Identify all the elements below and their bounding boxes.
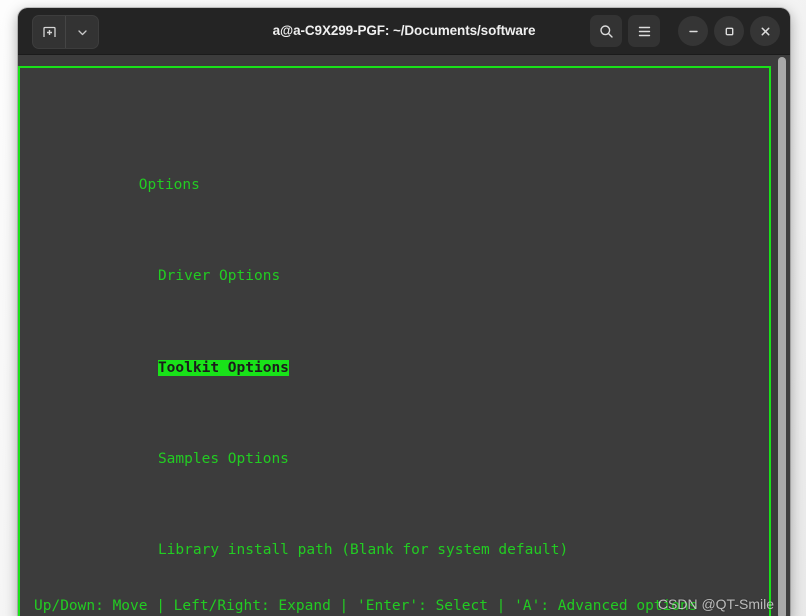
- new-tab-icon: [41, 24, 58, 41]
- menu-button[interactable]: [628, 15, 660, 47]
- menu-item-label: Library install path (Blank for system d…: [157, 541, 569, 558]
- tab-dropdown-button[interactable]: [65, 16, 98, 48]
- menu-item-driver-options[interactable]: Driver Options: [34, 243, 568, 284]
- menu-item-library-install-path[interactable]: Library install path (Blank for system d…: [34, 516, 568, 558]
- hamburger-menu-icon: [636, 23, 653, 40]
- terminal-scrollbar-thumb[interactable]: [778, 57, 786, 616]
- title-bar[interactable]: a@a-C9X299-PGF: ~/Documents/software: [18, 8, 790, 55]
- chevron-down-icon: [75, 25, 90, 40]
- terminal-body[interactable]: Options Driver Options Toolkit Options S…: [18, 55, 790, 616]
- menu-item-toolkit-options[interactable]: Toolkit Options: [34, 334, 568, 376]
- window-controls-group: [590, 15, 780, 47]
- minimize-icon: [686, 24, 701, 39]
- minimize-button[interactable]: [678, 16, 708, 46]
- maximize-icon: [722, 24, 737, 39]
- menu-heading-label: Options: [138, 177, 200, 194]
- new-tab-button[interactable]: [33, 16, 65, 48]
- menu-item-label: Samples Options: [157, 450, 289, 467]
- menu-item-samples-options[interactable]: Samples Options: [34, 425, 568, 467]
- menu-heading: Options: [34, 151, 568, 193]
- menu-item-label: Driver Options: [157, 268, 281, 285]
- terminal-window: a@a-C9X299-PGF: ~/Documents/software Opt…: [18, 8, 790, 616]
- close-icon: [758, 24, 773, 39]
- options-menu: Options Driver Options Toolkit Options S…: [34, 83, 569, 616]
- search-button[interactable]: [590, 15, 622, 47]
- menu-item-label-selected: Toolkit Options: [157, 359, 289, 376]
- maximize-button[interactable]: [714, 16, 744, 46]
- terminal-scrollbar[interactable]: [775, 55, 789, 616]
- search-icon: [598, 23, 615, 40]
- close-button[interactable]: [750, 16, 780, 46]
- tab-controls-group: [32, 15, 99, 49]
- keyboard-hints-status-line: Up/Down: Move | Left/Right: Expand | 'En…: [34, 598, 698, 614]
- screen: a@a-C9X299-PGF: ~/Documents/software Opt…: [0, 0, 806, 616]
- ncurses-dialog-box: Options Driver Options Toolkit Options S…: [18, 66, 771, 616]
